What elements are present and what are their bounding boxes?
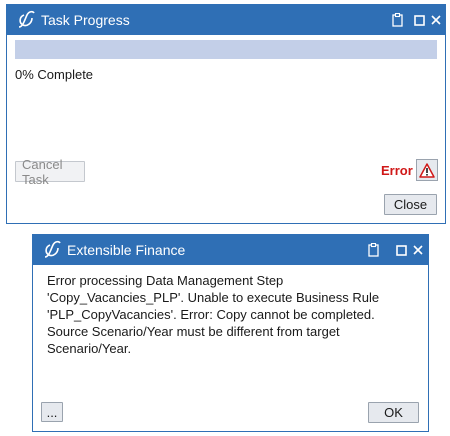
progress-bar xyxy=(15,40,437,59)
error-message: Error processing Data Management Step 'C… xyxy=(47,273,380,356)
extensible-finance-window: Extensible Finance Error processing Data… xyxy=(32,234,429,432)
task-progress-window: Task Progress 0% Complete Cancel Task Er… xyxy=(6,4,446,224)
window-title: Task Progress xyxy=(41,12,130,28)
error-label: Error xyxy=(381,163,413,178)
maximize-icon[interactable] xyxy=(393,241,409,259)
task-progress-titlebar[interactable]: Task Progress xyxy=(7,5,445,35)
close-button[interactable]: Close xyxy=(384,194,437,215)
details-button[interactable]: ... xyxy=(41,402,63,422)
warning-icon xyxy=(419,162,435,178)
cancel-task-button[interactable]: Cancel Task xyxy=(15,157,85,187)
clipboard-icon[interactable] xyxy=(389,11,405,29)
app-logo-icon xyxy=(44,240,61,258)
ok-button[interactable]: OK xyxy=(368,402,419,423)
finance-titlebar[interactable]: Extensible Finance xyxy=(33,235,428,265)
window-title: Extensible Finance xyxy=(67,242,186,258)
warning-button[interactable] xyxy=(416,159,438,181)
progress-text: 0% Complete xyxy=(15,67,94,82)
close-icon[interactable] xyxy=(410,241,426,259)
maximize-icon[interactable] xyxy=(411,11,427,29)
clipboard-icon[interactable] xyxy=(365,241,381,259)
app-logo-icon xyxy=(18,10,35,28)
close-icon[interactable] xyxy=(428,11,444,29)
